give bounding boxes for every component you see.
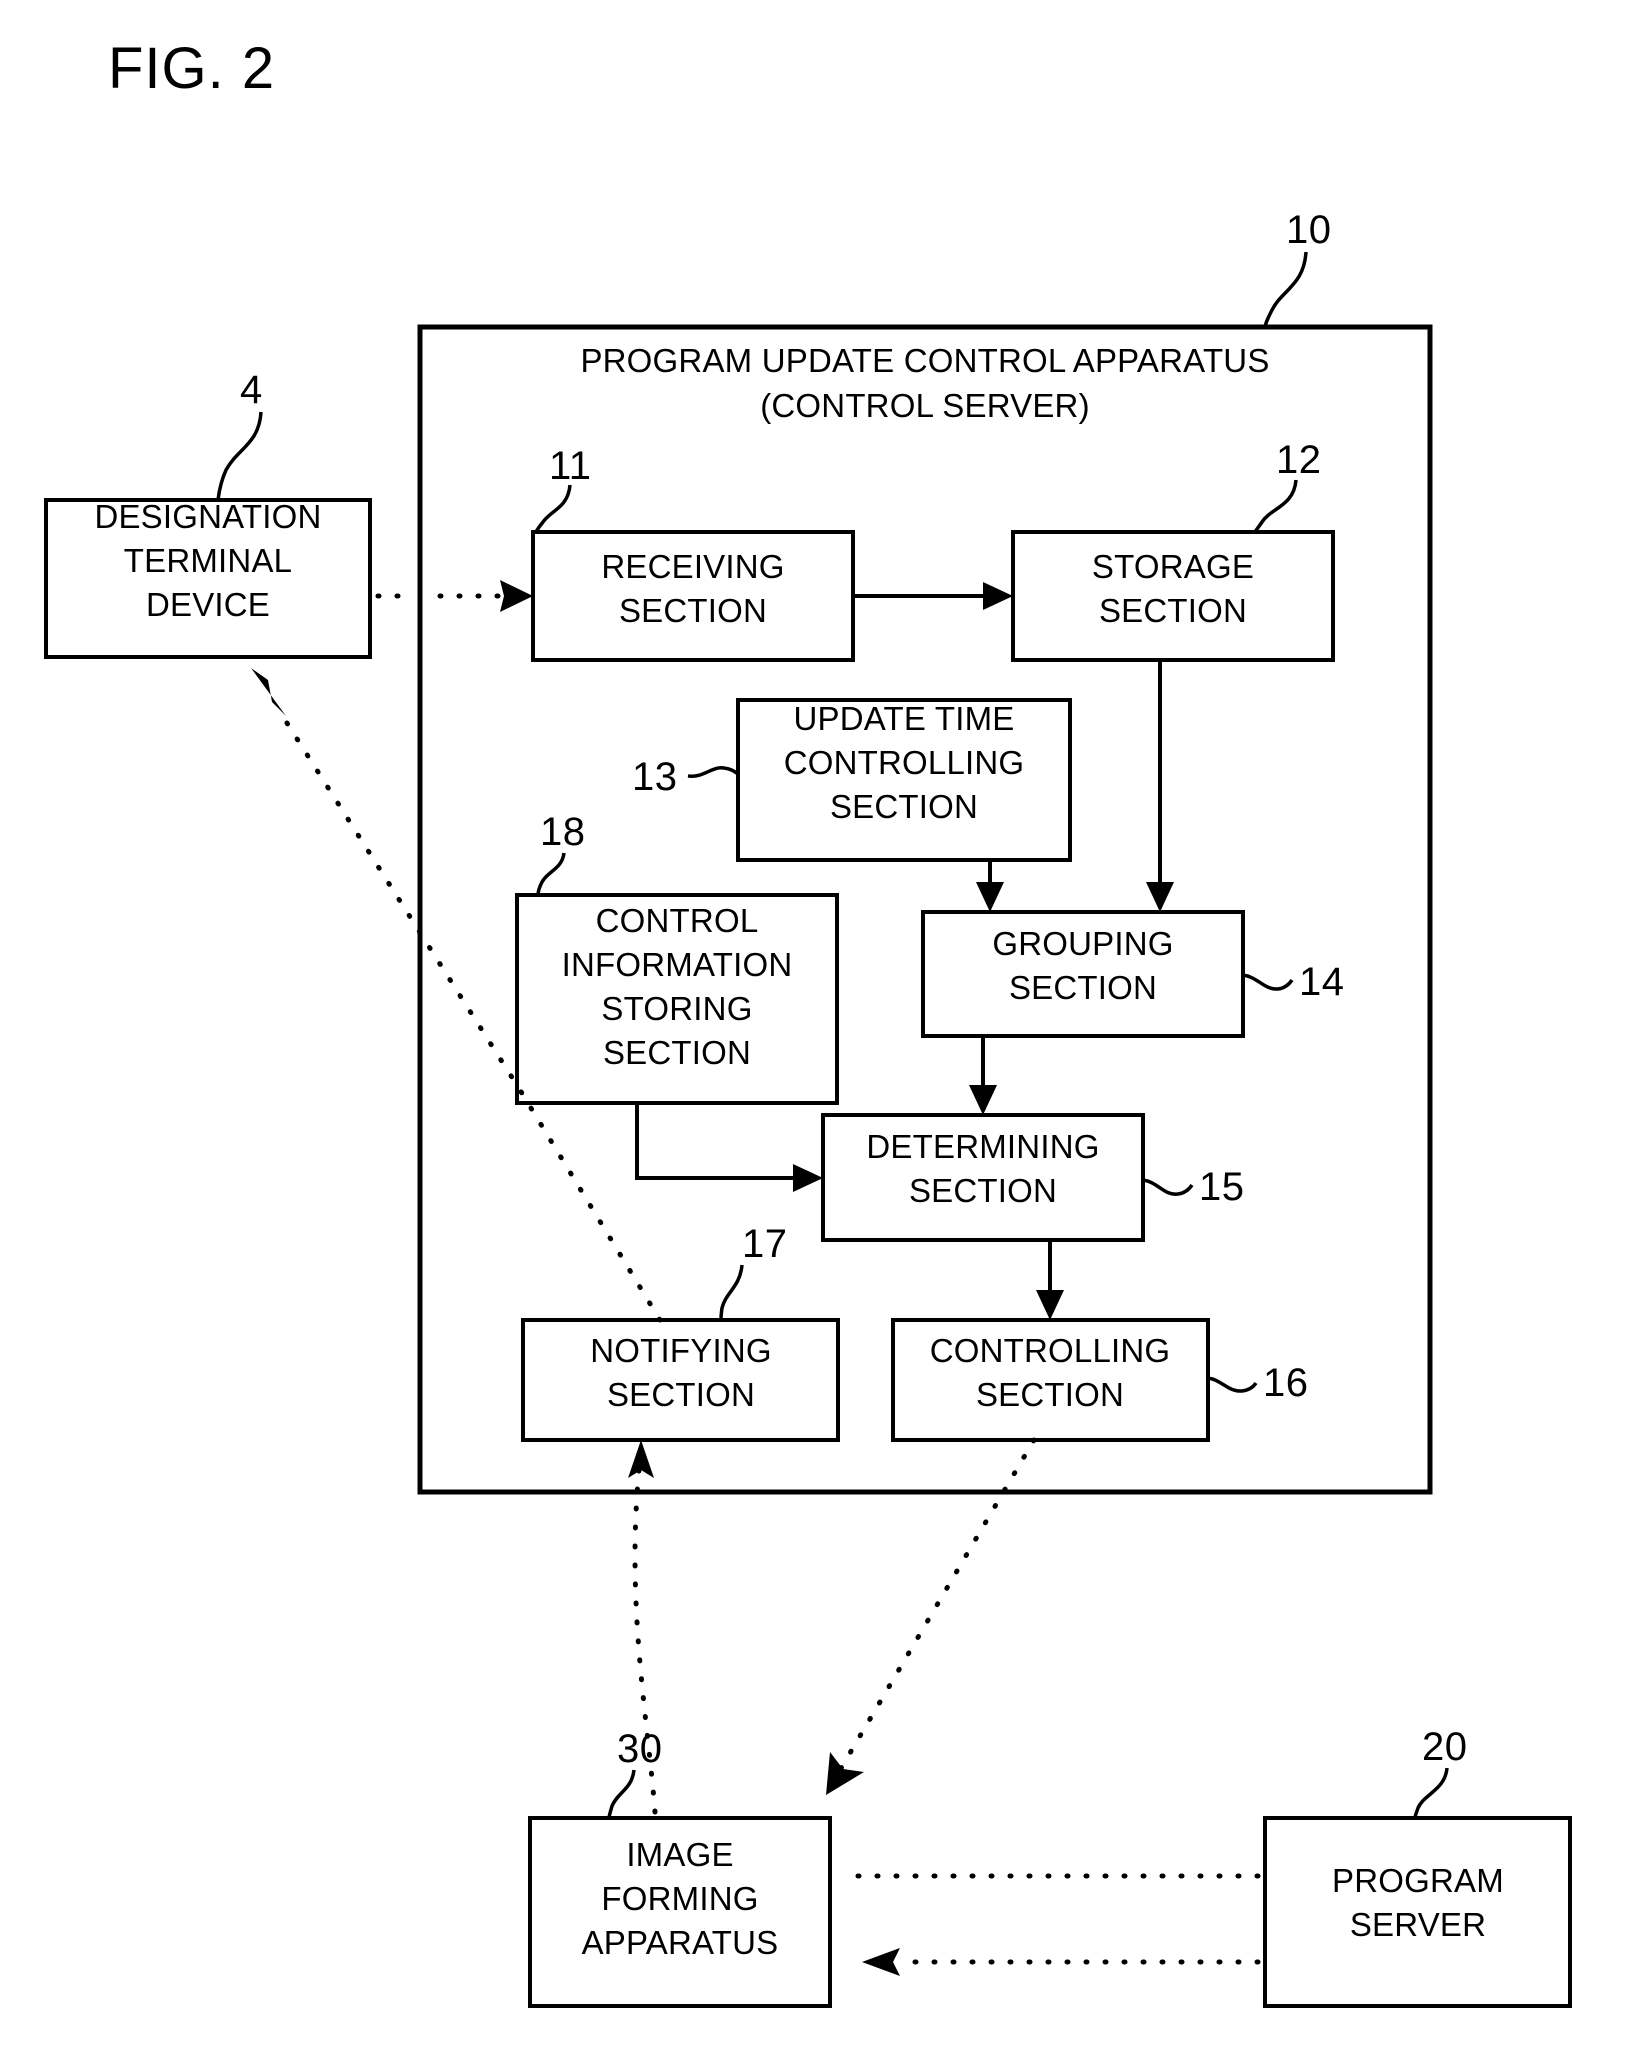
ref-leader-10 — [1263, 251, 1308, 328]
control-info-storing-label-line2: INFORMATION — [562, 946, 793, 983]
ref-number-12: 12 — [1276, 438, 1322, 482]
determining-section-label-line2: SECTION — [909, 1172, 1057, 1209]
arrow-head-controlling-input — [1036, 1290, 1064, 1320]
ref-leader-14 — [1242, 973, 1294, 991]
figure-title: FIG. 2 — [108, 36, 275, 101]
ref-number-14: 14 — [1299, 960, 1345, 1004]
ref-leader-4 — [216, 411, 263, 501]
storage-section-label-line1: STORAGE — [1092, 548, 1254, 585]
image-forming-label-line3: APPARATUS — [582, 1924, 779, 1961]
ref-number-18: 18 — [540, 810, 586, 854]
ref-leader-30 — [607, 1769, 636, 1819]
notifying-section-label-line2: SECTION — [607, 1376, 755, 1413]
patent-figure: FIG. 2 10 PROGRAM UPDATE CONTROL APPARAT… — [0, 0, 1632, 2068]
designation-terminal-label-line3: DEVICE — [146, 586, 270, 623]
apparatus-title-line1: PROGRAM UPDATE CONTROL APPARATUS — [580, 342, 1269, 379]
designation-terminal-label-line1: DESIGNATION — [94, 498, 321, 535]
ref-number-15: 15 — [1199, 1165, 1245, 1209]
program-server-label-line1: PROGRAM — [1332, 1862, 1504, 1899]
storage-section-label-line2: SECTION — [1099, 592, 1247, 629]
ref-number-16: 16 — [1263, 1361, 1309, 1405]
ref-number-20: 20 — [1422, 1725, 1468, 1769]
ref-leader-15 — [1142, 1178, 1194, 1196]
control-info-storing-label-line3: STORING — [601, 990, 752, 1027]
arrow-head-determining-input-left — [793, 1164, 823, 1192]
ref-number-4: 4 — [240, 368, 263, 412]
receiving-section-label-line1: RECEIVING — [601, 548, 784, 585]
apparatus-title-line2: (CONTROL SERVER) — [760, 387, 1090, 424]
ref-leader-12 — [1253, 479, 1298, 533]
update-time-controlling-label-line3: SECTION — [830, 788, 978, 825]
connector-control-info-to-determining — [635, 1103, 806, 1180]
control-info-storing-label-line4: SECTION — [603, 1034, 751, 1071]
receiving-section-label-line2: SECTION — [619, 592, 767, 629]
ref-leader-11 — [534, 484, 572, 533]
ref-leader-18 — [536, 852, 566, 896]
arrow-head-grouping-input-right — [1146, 882, 1174, 912]
controlling-section-label-line1: CONTROLLING — [930, 1332, 1171, 1369]
ref-leader-13 — [687, 766, 739, 778]
update-time-controlling-label-line2: CONTROLLING — [784, 744, 1025, 781]
ref-leader-20 — [1413, 1767, 1449, 1819]
designation-terminal-label-line2: TERMINAL — [124, 542, 292, 579]
ref-number-11: 11 — [549, 444, 592, 488]
arrow-head-determining-input-top — [969, 1085, 997, 1115]
figure-canvas: FIG. 2 10 PROGRAM UPDATE CONTROL APPARAT… — [44, 36, 1572, 2008]
ref-leader-17 — [719, 1264, 744, 1321]
image-forming-label-line1: IMAGE — [626, 1836, 733, 1873]
determining-section-label-line1: DETERMINING — [866, 1128, 1099, 1165]
arrow-head-grouping-input-left — [976, 882, 1004, 912]
ref-number-13: 13 — [632, 755, 678, 799]
update-time-controlling-label-line1: UPDATE TIME — [793, 700, 1014, 737]
grouping-section-label-line1: GROUPING — [992, 925, 1173, 962]
ref-number-10: 10 — [1286, 208, 1332, 252]
ref-number-17: 17 — [742, 1222, 788, 1266]
arrow-head-terminal-input — [251, 668, 286, 716]
control-info-storing-label-line1: CONTROL — [596, 902, 759, 939]
ref-number-30: 30 — [617, 1727, 663, 1771]
arrow-head-receiving-input — [500, 580, 533, 612]
ref-leader-16 — [1207, 1376, 1258, 1393]
program-server-label-line2: SERVER — [1350, 1906, 1486, 1943]
arrow-head-storage-input — [983, 582, 1013, 610]
arrow-head-image-forming-input — [826, 1752, 864, 1795]
image-forming-label-line2: FORMING — [601, 1880, 758, 1917]
controlling-section-label-line2: SECTION — [976, 1376, 1124, 1413]
notifying-section-label-line1: NOTIFYING — [590, 1332, 771, 1369]
grouping-section-label-line2: SECTION — [1009, 969, 1157, 1006]
arrow-head-image-forming-from-server — [862, 1948, 900, 1976]
